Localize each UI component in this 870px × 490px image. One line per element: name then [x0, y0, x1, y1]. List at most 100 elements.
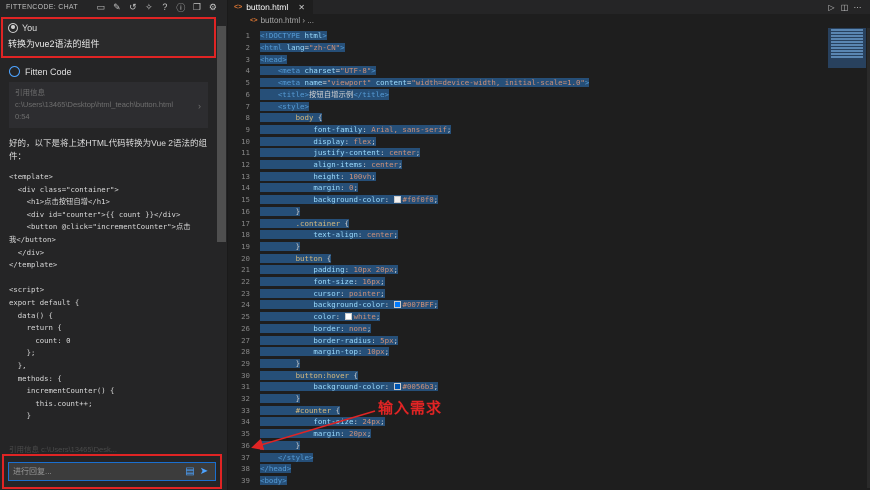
code-token: ; [375, 312, 381, 322]
code-line[interactable]: 10 display: flex; [228, 135, 828, 147]
line-number: 26 [241, 323, 250, 333]
breadcrumb-file[interactable]: button.html [261, 16, 301, 25]
code-line[interactable]: 18 text-align: center; [228, 229, 828, 241]
code-line[interactable]: 16 } [228, 206, 828, 218]
code-line[interactable]: 31 background-color: #0056b3; [228, 381, 828, 393]
color-swatch[interactable] [393, 196, 401, 204]
code-line[interactable]: 39 <body> [228, 475, 828, 487]
code-token: body [295, 113, 314, 123]
code-line[interactable]: 13 height: 100vh; [228, 170, 828, 182]
code-token: : [340, 183, 350, 193]
tab-button-html[interactable]: <> button.html ✕ [228, 0, 313, 14]
info-icon[interactable]: ⓘ [173, 1, 189, 14]
insert-file-icon[interactable]: ▤ [183, 466, 197, 477]
split-editor-icon[interactable]: ◫ [838, 3, 851, 12]
code-line[interactable]: 30 button:hover { [228, 369, 828, 381]
code-token: } [295, 394, 301, 404]
code-line[interactable]: 5 <meta name="viewport" content="width=d… [228, 77, 828, 89]
code-line[interactable]: 23 cursor: pointer; [228, 287, 828, 299]
code-line[interactable]: 2 <html lang="zh-CN"> [228, 42, 828, 54]
answer-code-line: export default { [9, 297, 80, 307]
history-icon[interactable]: ↺ [125, 2, 141, 13]
chat-input[interactable] [13, 467, 183, 476]
send-icon[interactable]: ➤ [197, 466, 211, 477]
chat-input-area: ▤ ➤ [2, 454, 222, 489]
code-line[interactable]: 24 background-color: #007BFF; [228, 299, 828, 311]
answer-code-line: methods: { [9, 373, 62, 383]
code-line[interactable]: 1 <!DOCTYPE html> [228, 30, 828, 42]
reference-card[interactable]: 引用信息 c:\Users\13465\Desktop\html_teach\b… [9, 82, 208, 128]
tab-bar: <> button.html ✕ ▷ ◫ ⋯ [228, 0, 870, 14]
line-number: 18 [241, 230, 250, 240]
gear-icon[interactable]: ⚙ [205, 2, 221, 13]
code-line[interactable]: 11 justify-content: center; [228, 147, 828, 159]
color-swatch[interactable] [393, 301, 401, 309]
code-line[interactable]: 14 margin: 0; [228, 182, 828, 194]
code-token: > [322, 31, 327, 41]
more-icon[interactable]: ⋯ [851, 3, 864, 12]
code-line[interactable]: 17 .container { [228, 217, 828, 229]
wand-icon[interactable]: ✧ [141, 2, 157, 13]
minimap[interactable] [828, 28, 866, 68]
chat-scrollbar[interactable] [217, 26, 226, 242]
code-token: </title> [353, 89, 389, 99]
line-number: 7 [245, 101, 250, 111]
code-line[interactable]: 21 padding: 10px 20px; [228, 264, 828, 276]
chat-bubble-icon[interactable]: ▭ [93, 2, 109, 13]
code-line-text: <body> [260, 475, 287, 485]
code-line[interactable]: 9 font-family: Arial, sans-serif; [228, 124, 828, 136]
code-token: ; [384, 347, 390, 357]
edit-icon[interactable]: ✎ [109, 2, 125, 13]
color-swatch[interactable] [393, 383, 401, 391]
code-line[interactable]: 32 } [228, 393, 828, 405]
code-line-text: font-size: 16px; [260, 277, 385, 287]
code-line-text: } [260, 358, 301, 368]
reference-path: c:\Users\13465\Desktop\html_teach\button… [15, 100, 173, 109]
code-token: : [362, 160, 372, 170]
code-line-text: font-family: Arial, sans-serif; [260, 124, 452, 134]
answer-code-line: <button @click="incrementCounter">点击 [9, 222, 191, 232]
code-line[interactable]: 28 margin-top: 10px; [228, 346, 828, 358]
code-line[interactable]: 8 body { [228, 112, 828, 124]
code-line[interactable]: 15 background-color: #f0f0f0; [228, 194, 828, 206]
code-line[interactable]: 4 <meta charset="UTF-8"> [228, 65, 828, 77]
code-line[interactable]: 12 align-items: center; [228, 159, 828, 171]
code-line-text: border-radius: 5px; [260, 335, 398, 345]
run-icon[interactable]: ▷ [825, 3, 838, 12]
code-token: center [366, 230, 394, 240]
help-icon[interactable]: ? [157, 2, 173, 12]
code-line[interactable]: 27 border-radius: 5px; [228, 334, 828, 346]
breadcrumb-more[interactable]: ... [307, 16, 314, 25]
color-swatch[interactable] [344, 313, 352, 321]
code-token: background-color [313, 382, 385, 392]
code-line[interactable]: 3 <head> [228, 53, 828, 65]
code-line[interactable]: 7 <style> [228, 100, 828, 112]
code-line[interactable]: 19 } [228, 241, 828, 253]
code-token: content [375, 78, 407, 88]
code-line[interactable]: 26 border: none; [228, 323, 828, 335]
close-icon[interactable]: ✕ [298, 3, 305, 12]
code-token: : [340, 323, 350, 333]
code-token: ; [380, 288, 385, 298]
code-line-text: </head> [260, 464, 292, 474]
code-line[interactable]: 38 </head> [228, 463, 828, 475]
answer-code-line: <div id="counter">{{ count }}</div> [9, 209, 181, 219]
code-line[interactable]: 6 <title>按钮自增示例</title> [228, 88, 828, 101]
answer-code-line: } [9, 411, 31, 421]
code-token: 按钮自增示例 [308, 89, 354, 99]
code-token: : [384, 300, 394, 310]
code-token: <meta [277, 78, 305, 88]
code-token: ; [393, 265, 398, 275]
code-token: { [340, 218, 350, 228]
code-token: html [304, 31, 323, 41]
copy-window-icon[interactable]: ❐ [189, 2, 205, 13]
user-name: You [22, 23, 38, 33]
code-line[interactable]: 25 color: white; [228, 311, 828, 323]
code-line[interactable]: 29 } [228, 358, 828, 370]
code-line[interactable]: 22 font-size: 16px; [228, 276, 828, 288]
code-line[interactable]: 20 button { [228, 252, 828, 264]
